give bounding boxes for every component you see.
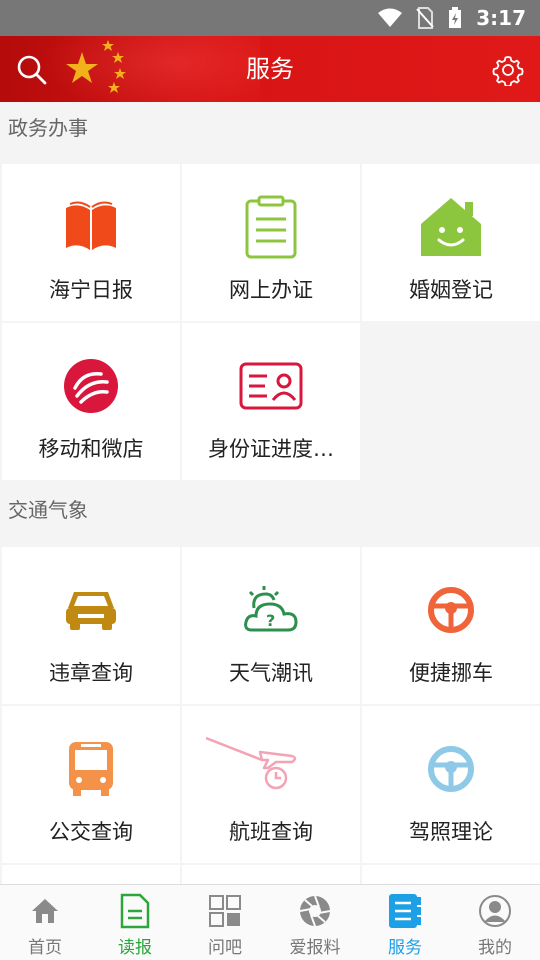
partial-next-row — [0, 865, 540, 885]
service-flight-query[interactable]: 航班查询 — [182, 706, 360, 863]
smiling-house-icon — [418, 194, 484, 260]
newspaper-icon — [117, 893, 153, 929]
svg-text:?: ? — [266, 611, 275, 630]
tab-label: 服务 — [388, 938, 422, 958]
tab-label: 读报 — [118, 938, 152, 958]
service-label: 身份证进度… — [208, 437, 334, 461]
tab-ask[interactable]: 问吧 — [180, 885, 270, 960]
title-bar: 服务 — [0, 36, 540, 102]
partial-cell — [362, 865, 540, 885]
tab-report[interactable]: 爱报料 — [270, 885, 360, 960]
china-mobile-logo-icon — [58, 353, 124, 419]
tab-mine[interactable]: 我的 — [450, 885, 540, 960]
steering-wheel-icon — [418, 736, 484, 802]
id-card-icon — [238, 353, 304, 419]
service-driving-theory[interactable]: 驾照理论 — [362, 706, 540, 863]
status-time: 3:17 — [476, 6, 526, 30]
tab-label: 我的 — [478, 938, 512, 958]
service-marriage-registration[interactable]: 婚姻登记 — [362, 164, 540, 321]
no-sim-icon — [416, 7, 434, 29]
camera-aperture-icon — [297, 893, 333, 929]
open-book-icon — [58, 194, 124, 260]
weather-cloud-icon: ? — [238, 577, 304, 643]
section-title-traffic-weather: 交通气象 — [0, 484, 540, 546]
steering-wheel-icon — [418, 577, 484, 643]
user-icon — [477, 893, 513, 929]
tab-label: 问吧 — [208, 938, 242, 958]
clipboard-icon — [238, 194, 304, 260]
service-haining-daily[interactable]: 海宁日报 — [2, 164, 180, 321]
wifi-icon — [378, 8, 403, 27]
service-label: 移动和微店 — [38, 437, 144, 461]
battery-charging-icon — [449, 7, 462, 28]
tab-services[interactable]: 服务 — [360, 885, 450, 960]
service-label: 便捷挪车 — [409, 661, 493, 685]
service-label: 违章查询 — [49, 661, 133, 685]
empty-grid-cell — [362, 323, 540, 480]
service-violation-query[interactable]: 违章查询 — [2, 547, 180, 704]
list-book-icon — [387, 893, 423, 929]
service-id-card-progress[interactable]: 身份证进度… — [182, 323, 360, 480]
airplane-clock-icon — [206, 736, 297, 790]
traffic-weather-grid: 违章查询 ? 天气潮讯 便捷挪车 公交查询 航班查询 驾照理论 — [0, 547, 540, 863]
service-label: 网上办证 — [229, 278, 313, 302]
service-label: 公交查询 — [49, 820, 133, 844]
partial-cell — [2, 865, 180, 885]
bus-icon — [58, 736, 124, 802]
partial-cell — [182, 865, 360, 885]
service-label: 驾照理论 — [409, 820, 493, 844]
page-title: 服务 — [246, 55, 294, 83]
government-services-grid: 海宁日报 网上办证 婚姻登记 移动和微店 身份证进度… — [0, 164, 540, 480]
service-label: 婚姻登记 — [409, 278, 493, 302]
service-label: 航班查询 — [229, 820, 313, 844]
service-label: 海宁日报 — [49, 278, 133, 302]
section-title-government: 政务办事 — [0, 102, 540, 164]
status-bar: 3:17 — [0, 0, 540, 36]
home-icon — [27, 893, 63, 929]
tab-label: 首页 — [28, 938, 62, 958]
tab-label: 爱报料 — [289, 938, 341, 958]
service-weather-tide[interactable]: ? 天气潮讯 — [182, 547, 360, 704]
service-mobile-shop[interactable]: 移动和微店 — [2, 323, 180, 480]
tab-home[interactable]: 首页 — [0, 885, 90, 960]
service-move-car[interactable]: 便捷挪车 — [362, 547, 540, 704]
settings-gear-icon[interactable] — [492, 54, 524, 86]
car-icon — [58, 577, 124, 643]
service-online-certificate[interactable]: 网上办证 — [182, 164, 360, 321]
grid-icon — [207, 893, 243, 929]
service-label: 天气潮讯 — [229, 661, 313, 685]
service-bus-query[interactable]: 公交查询 — [2, 706, 180, 863]
tab-read-paper[interactable]: 读报 — [90, 885, 180, 960]
bottom-tab-bar: 首页 读报 问吧 爱报料 服务 我的 — [0, 884, 540, 960]
